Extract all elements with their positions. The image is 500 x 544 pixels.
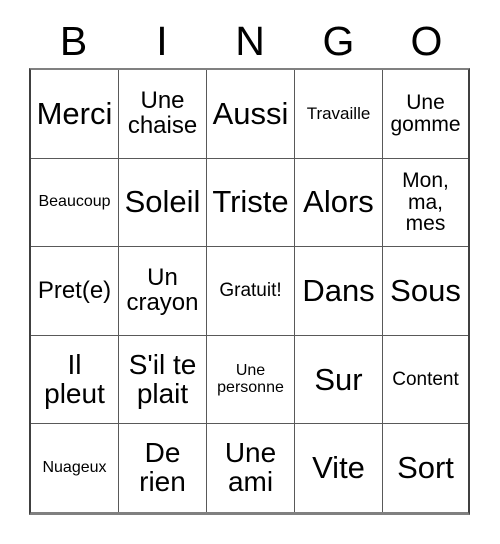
bingo-row: Nuageux De rien Une ami Vite Sort — [31, 424, 468, 512]
bingo-cell-text: De rien — [139, 437, 186, 498]
bingo-header-letter-b: B — [29, 14, 118, 68]
bingo-cell[interactable]: Sous — [383, 247, 468, 335]
bingo-cell[interactable]: Une chaise — [119, 70, 207, 158]
bingo-header-letter-n: N — [206, 14, 294, 68]
bingo-header-letter-g: G — [294, 14, 383, 68]
bingo-cell[interactable]: De rien — [119, 424, 207, 512]
bingo-row: Merci Une chaise Aussi Travaille Une gom… — [31, 70, 468, 159]
bingo-row: Il pleut S'il te plait Une personne Sur … — [31, 335, 468, 425]
bingo-cell[interactable]: Sort — [383, 424, 468, 512]
bingo-cell[interactable]: Une gomme — [383, 70, 468, 158]
bingo-cell[interactable]: Travaille — [295, 70, 383, 158]
bingo-cell[interactable]: Nuageux — [31, 424, 119, 512]
bingo-cell-text: Une chaise — [127, 87, 198, 139]
bingo-cell[interactable]: Gratuit! — [207, 247, 295, 335]
bingo-cell[interactable]: Content — [383, 336, 468, 424]
header-letter-text: B — [59, 17, 88, 64]
bingo-cell-text: Beaucoup — [38, 193, 111, 211]
bingo-cell[interactable]: Un crayon — [119, 247, 207, 335]
bingo-cell-text: Dans — [302, 273, 375, 309]
bingo-header-letter-o: O — [383, 14, 470, 68]
header-letter-text: G — [322, 17, 355, 64]
bingo-cell[interactable]: Dans — [295, 247, 383, 335]
bingo-cell[interactable]: Une personne — [207, 335, 295, 424]
bingo-cell-text: Une gomme — [390, 91, 461, 136]
bingo-cell[interactable]: Pret(e) — [31, 247, 119, 335]
bingo-cell[interactable]: Alors — [295, 158, 383, 247]
bingo-cell-text: Une ami — [224, 437, 277, 498]
bingo-cell-text: Aussi — [212, 95, 289, 131]
bingo-grid: Merci Une chaise Aussi Travaille Une gom… — [29, 68, 470, 515]
header-letter-text: I — [156, 17, 168, 64]
bingo-cell[interactable]: Soleil — [119, 158, 207, 247]
bingo-header-letter-i: I — [118, 14, 206, 68]
bingo-cell-text: Sort — [397, 450, 454, 486]
bingo-cell[interactable]: Sur — [295, 335, 383, 424]
header-letter-text: N — [235, 17, 265, 64]
bingo-cell-text: Sur — [314, 361, 363, 397]
bingo-row: Pret(e) Un crayon Gratuit! Dans Sous — [31, 247, 468, 336]
bingo-cell[interactable]: Triste — [207, 158, 295, 247]
bingo-cell[interactable]: S'il te plait — [119, 335, 207, 424]
bingo-header-row: B I N G O — [29, 14, 470, 68]
bingo-cell[interactable]: Merci — [31, 70, 119, 158]
bingo-row: Beaucoup Soleil Triste Alors Mon, ma, me… — [31, 158, 468, 248]
bingo-cell-text: Alors — [303, 184, 374, 220]
bingo-cell-text: Pret(e) — [37, 276, 112, 304]
bingo-cell-text: Soleil — [124, 184, 201, 220]
bingo-cell-text: Vite — [312, 450, 365, 486]
bingo-cell-text: S'il te plait — [128, 348, 197, 409]
bingo-cell[interactable]: Une ami — [207, 424, 295, 512]
bingo-cell-text: Merci — [36, 95, 113, 131]
bingo-cell[interactable]: Mon, ma, mes — [383, 159, 468, 247]
bingo-cell-text: Travaille — [306, 104, 371, 124]
bingo-cell[interactable]: Il pleut — [31, 335, 119, 424]
bingo-cell-text: Content — [392, 368, 459, 390]
bingo-cell-text: Il pleut — [44, 348, 105, 409]
header-letter-text: O — [410, 17, 443, 64]
bingo-cell-text: Sous — [390, 273, 461, 309]
bingo-cell-text: Mon, ma, mes — [402, 168, 449, 236]
bingo-cell-text: Triste — [212, 184, 289, 220]
bingo-card: B I N G O Merci Une chaise Aussi Travail… — [0, 0, 500, 544]
bingo-cell[interactable]: Aussi — [207, 70, 295, 158]
bingo-cell-text: Gratuit! — [219, 280, 282, 302]
bingo-cell-text: Nuageux — [42, 458, 107, 476]
bingo-cell-text: Une personne — [217, 362, 284, 396]
bingo-cell[interactable]: Vite — [295, 424, 383, 512]
bingo-cell-text: Un crayon — [126, 264, 199, 316]
bingo-cell[interactable]: Beaucoup — [31, 158, 119, 247]
